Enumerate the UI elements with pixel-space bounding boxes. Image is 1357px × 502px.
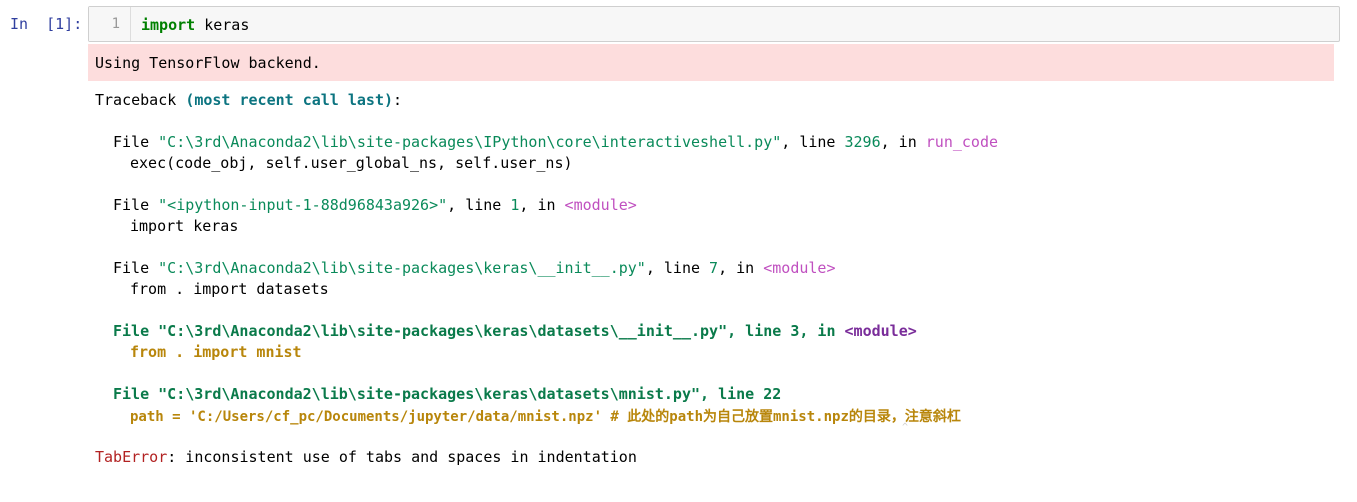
- in-keyword: , in: [799, 322, 845, 340]
- function-name: run_code: [925, 133, 999, 151]
- line-number-value: 7: [709, 259, 719, 277]
- line-keyword: , line: [781, 133, 845, 151]
- file-keyword: File: [113, 322, 159, 340]
- line-keyword: , line: [447, 196, 511, 214]
- file-keyword: File: [113, 259, 159, 277]
- file-path: "C:\3rd\Anaconda2\lib\site-packages\kera…: [158, 322, 728, 340]
- traceback-header: Traceback (most recent call last):: [95, 91, 402, 109]
- line-number-value: 3: [790, 322, 800, 340]
- file-keyword: File: [113, 385, 159, 403]
- traceback-frame-code: from . import datasets: [130, 280, 329, 298]
- code-cell-input[interactable]: 1 import keras: [88, 6, 1340, 42]
- function-name: <module>: [564, 196, 637, 214]
- file-keyword: File: [113, 133, 159, 151]
- traceback-frame-code: exec(code_obj, self.user_global_ns, self…: [130, 154, 573, 172]
- traceback-frame-file: File "C:\3rd\Anaconda2\lib\site-packages…: [113, 322, 917, 340]
- error-message: : inconsistent use of tabs and spaces in…: [167, 448, 637, 466]
- stderr-output: Using TensorFlow backend.: [88, 44, 1334, 81]
- error-name: TabError: [95, 448, 168, 466]
- file-path: "C:\3rd\Anaconda2\lib\site-packages\kera…: [158, 385, 701, 403]
- traceback-frame-code: from . import mnist: [130, 343, 302, 361]
- traceback-frame-file: File "C:\3rd\Anaconda2\lib\site-packages…: [113, 385, 781, 403]
- file-path: "C:\3rd\Anaconda2\lib\site-packages\IPyt…: [158, 133, 782, 151]
- line-number-gutter: 1: [89, 7, 131, 41]
- traceback-frame-file: File "C:\3rd\Anaconda2\lib\site-packages…: [113, 259, 835, 277]
- traceback-word: Traceback: [95, 91, 186, 109]
- traceback-frame-code: path = 'C:/Users/cf_pc/Documents/jupyter…: [130, 409, 961, 425]
- function-name: <module>: [844, 322, 917, 340]
- traceback-frame-file: File "<ipython-input-1-88d96843a926>", l…: [113, 196, 637, 214]
- line-keyword: , line: [700, 385, 764, 403]
- code-line[interactable]: import keras: [141, 16, 249, 34]
- in-keyword: , in: [519, 196, 565, 214]
- file-keyword: File: [113, 196, 159, 214]
- traceback-frame-code: import keras: [130, 217, 239, 235]
- input-prompt: In [1]:: [10, 15, 83, 33]
- stderr-text: Using TensorFlow backend.: [95, 54, 321, 72]
- in-keyword: , in: [718, 259, 764, 277]
- traceback-colon: :: [393, 91, 403, 109]
- function-name: <module>: [763, 259, 836, 277]
- file-path: "C:\3rd\Anaconda2\lib\site-packages\kera…: [158, 259, 646, 277]
- file-path: "<ipython-input-1-88d96843a926>": [158, 196, 448, 214]
- syntax-caret: ^: [902, 422, 909, 433]
- in-keyword: , in: [880, 133, 926, 151]
- line-keyword: , line: [645, 259, 710, 277]
- error-line: TabError: inconsistent use of tabs and s…: [95, 448, 637, 466]
- line-number-value: 3296: [844, 133, 881, 151]
- traceback-paren: (most recent call last): [185, 91, 394, 109]
- traceback-frame-file: File "C:\3rd\Anaconda2\lib\site-packages…: [113, 133, 998, 151]
- line-number: 1: [111, 16, 120, 32]
- code-text: keras: [195, 16, 250, 34]
- line-keyword: , line: [727, 322, 791, 340]
- code-keyword: import: [141, 16, 196, 34]
- line-number-value: 22: [763, 385, 782, 403]
